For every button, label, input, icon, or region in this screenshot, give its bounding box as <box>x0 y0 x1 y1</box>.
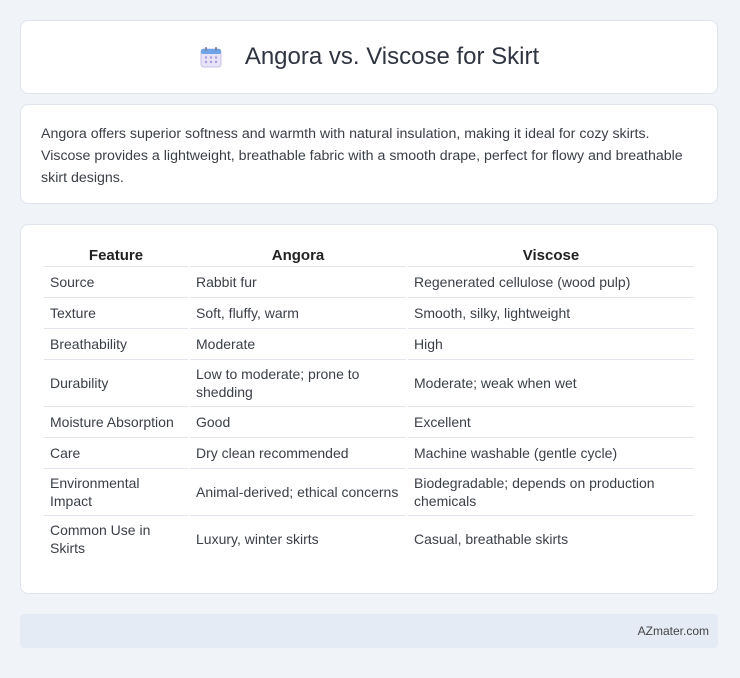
cell-angora: Soft, fluffy, warm <box>190 297 406 328</box>
cell-feature: Moisture Absorption <box>44 406 188 437</box>
cell-feature: Source <box>44 266 188 297</box>
summary-card: Angora offers superior softness and warm… <box>20 104 718 204</box>
table-row: Environmental Impact Animal-derived; eth… <box>44 468 694 515</box>
cell-angora: Good <box>190 406 406 437</box>
table-row: Durability Low to moderate; prone to she… <box>44 359 694 406</box>
cell-viscose: High <box>408 328 694 359</box>
cell-feature: Texture <box>44 297 188 328</box>
table-row: Texture Soft, fluffy, warm Smooth, silky… <box>44 297 694 328</box>
cell-feature: Environmental Impact <box>44 468 188 515</box>
cell-viscose: Excellent <box>408 406 694 437</box>
table-row: Moisture Absorption Good Excellent <box>44 406 694 437</box>
cell-viscose: Smooth, silky, lightweight <box>408 297 694 328</box>
cell-angora: Animal-derived; ethical concerns <box>190 468 406 515</box>
cell-viscose: Casual, breathable skirts <box>408 515 694 562</box>
page-title: Angora vs. Viscose for Skirt <box>244 43 540 70</box>
calendar-icon <box>200 47 222 68</box>
cell-feature: Common Use in Skirts <box>44 515 188 562</box>
cell-angora: Low to moderate; prone to shedding <box>190 359 406 406</box>
column-header-viscose: Viscose <box>522 247 580 264</box>
cell-viscose: Regenerated cellulose (wood pulp) <box>408 266 694 297</box>
footer-bar: AZmater.com <box>20 614 718 648</box>
comparison-card: Feature Angora Viscose Source Rabbit fur… <box>20 224 718 594</box>
title-card: Angora vs. Viscose for Skirt <box>20 20 718 94</box>
table-row: Common Use in Skirts Luxury, winter skir… <box>44 515 694 562</box>
table-row: Source Rabbit fur Regenerated cellulose … <box>44 266 694 297</box>
footer-brand[interactable]: AZmater.com <box>638 624 709 638</box>
cell-angora: Rabbit fur <box>190 266 406 297</box>
table-row: Care Dry clean recommended Machine washa… <box>44 437 694 468</box>
comparison-table: Feature Angora Viscose Source Rabbit fur… <box>42 243 696 562</box>
summary-text: Angora offers superior softness and warm… <box>41 126 683 186</box>
cell-feature: Durability <box>44 359 188 406</box>
cell-feature: Breathability <box>44 328 188 359</box>
cell-viscose: Moderate; weak when wet <box>408 359 694 406</box>
column-header-feature: Feature <box>88 247 144 264</box>
cell-angora: Luxury, winter skirts <box>190 515 406 562</box>
cell-viscose: Biodegradable; depends on production che… <box>408 468 694 515</box>
cell-angora: Dry clean recommended <box>190 437 406 468</box>
cell-viscose: Machine washable (gentle cycle) <box>408 437 694 468</box>
cell-angora: Moderate <box>190 328 406 359</box>
column-header-angora: Angora <box>271 247 325 264</box>
table-header-row: Feature Angora Viscose <box>44 243 694 266</box>
table-row: Breathability Moderate High <box>44 328 694 359</box>
cell-feature: Care <box>44 437 188 468</box>
